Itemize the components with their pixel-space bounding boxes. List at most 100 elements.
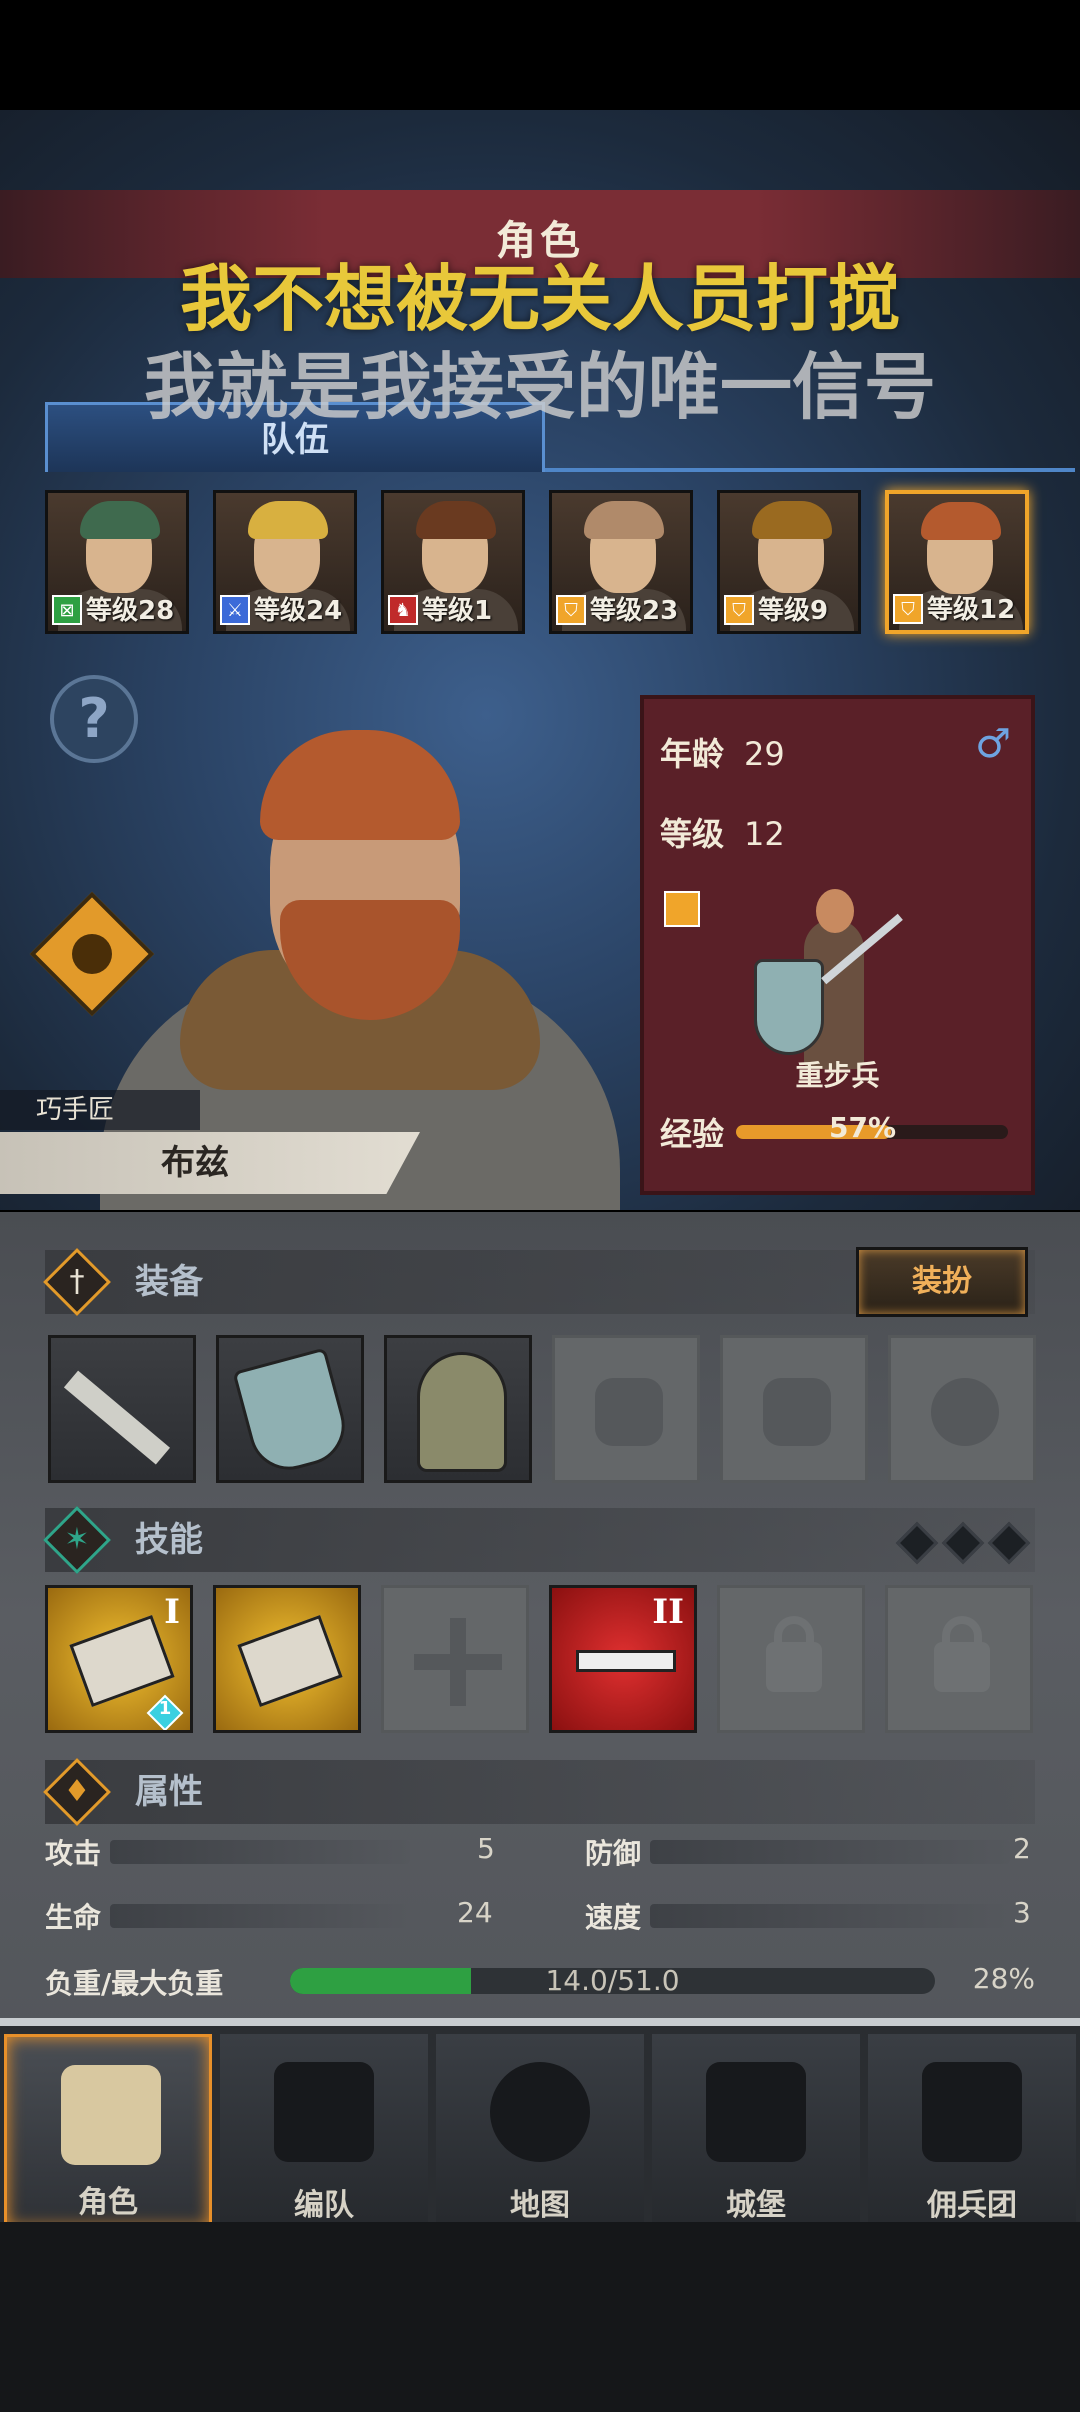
level-value: 12 — [744, 815, 785, 853]
skills-header: ✶ 技能 — [43, 1506, 1035, 1574]
stat-hp: 生命 24 — [45, 1896, 493, 1934]
class-badge-icon: ⛉ — [724, 595, 754, 625]
lock-icon — [766, 1642, 822, 1692]
hair — [248, 501, 328, 539]
exp-percent: 57% — [829, 1111, 897, 1144]
helmet-nav-icon — [274, 2062, 374, 2162]
load-bar: 14.0/51.0 — [290, 1968, 935, 1994]
roster-member-1[interactable]: ⊠ 等级28 — [45, 490, 189, 634]
ring-icon — [931, 1378, 999, 1446]
hair — [416, 501, 496, 539]
roster-member-5[interactable]: ⛉ 等级9 — [717, 490, 861, 634]
stat-defense: 防御 2 — [585, 1832, 1031, 1870]
skill-slot-5-locked[interactable] — [717, 1585, 865, 1733]
machete-icon — [63, 1370, 170, 1465]
nav-character[interactable]: 角色 — [4, 2034, 212, 2230]
skill-points — [895, 1521, 1031, 1565]
character-name-plate[interactable]: 布兹 — [0, 1132, 420, 1194]
load-row: 负重/最大负重 14.0/51.0 28% — [45, 1960, 1035, 2004]
shield-icon — [232, 1347, 354, 1479]
helmet-icon — [417, 1352, 507, 1472]
skill-point-pip — [987, 1521, 1031, 1565]
equip-slot-offhand[interactable] — [216, 1335, 364, 1483]
dumbbell-icon — [576, 1650, 676, 1672]
nav-castle[interactable]: 城堡 — [652, 2034, 860, 2230]
dress-button[interactable]: 装扮 — [856, 1247, 1028, 1317]
class-badge-icon: ⛉ — [893, 594, 923, 624]
equip-slot-body[interactable] — [552, 1335, 700, 1483]
skill-slot-6-locked[interactable] — [885, 1585, 1033, 1733]
unit-type: 重步兵 — [795, 1059, 880, 1092]
roster-level: 等级9 — [758, 596, 829, 626]
skill-badge-count: 1 — [158, 1698, 172, 1719]
age-value: 29 — [744, 735, 785, 773]
shield-class-icon — [664, 891, 700, 927]
overlay-caption-2: 我就是我接受的唯一信号 — [143, 345, 936, 429]
shield-bash-icon — [69, 1614, 175, 1708]
roster-member-2[interactable]: ⚔ 等级24 — [213, 490, 357, 634]
stat-defense-value: 2 — [1013, 1832, 1031, 1865]
star-icon: ✶ — [64, 1522, 90, 1557]
flame-icon: ♦ — [63, 1774, 91, 1809]
skill-slot-4[interactable]: II — [549, 1585, 697, 1733]
class-badge-icon: ⚔ — [220, 595, 250, 625]
skill-slot-1[interactable]: I 1 — [45, 1585, 193, 1733]
skill-rank: II — [652, 1592, 684, 1632]
roster-member-6-selected[interactable]: ⛉ 等级12 — [885, 490, 1029, 634]
skill-point-pip — [895, 1521, 939, 1565]
stat-attack-value: 5 — [477, 1832, 495, 1865]
exp-label: 经验 — [660, 1115, 725, 1153]
skill-point-pip — [941, 1521, 985, 1565]
roster-level: 等级24 — [254, 596, 343, 626]
roster-level: 等级23 — [590, 596, 679, 626]
roster-level: 等级12 — [927, 595, 1016, 625]
knight-icon — [61, 2065, 161, 2165]
roster-list: ⊠ 等级28 ⚔ 等级24 ♞ 等级1 ⛉ 等级23 ⛉ 等级9 ⛉ 等级12 — [45, 490, 1035, 640]
skill-rank: I — [164, 1592, 180, 1632]
nav-mercenary[interactable]: 佣兵团 — [868, 2034, 1076, 2230]
male-gender-icon: ♂ — [975, 721, 1011, 767]
hair — [80, 501, 160, 539]
gesture-area — [0, 2222, 1080, 2412]
class-badge-icon: ⊠ — [52, 595, 82, 625]
roster-member-4[interactable]: ⛉ 等级23 — [549, 490, 693, 634]
load-label: 负重/最大负重 — [45, 1967, 224, 2000]
stat-speed: 速度 3 — [585, 1896, 1031, 1934]
character-info-panel: 年龄 29 ♂ 等级 12 重步兵 经验 57% — [640, 695, 1035, 1195]
roster-level: 等级1 — [422, 596, 493, 626]
roster-member-3[interactable]: ♞ 等级1 — [381, 490, 525, 634]
bottom-nav: 角色 编队 地图 城堡 佣兵团 — [0, 2018, 1080, 2230]
attributes-header: ♦ 属性 — [43, 1758, 1035, 1826]
stat-attack: 攻击 5 — [45, 1832, 495, 1870]
nav-map[interactable]: 地图 — [436, 2034, 644, 2230]
class-badge-icon: ♞ — [388, 595, 418, 625]
hair — [584, 501, 664, 539]
level-row: 等级 12 — [660, 815, 785, 853]
stat-speed-value: 3 — [1013, 1896, 1031, 1929]
class-badge-icon: ⛉ — [556, 595, 586, 625]
equip-slot-weapon[interactable] — [48, 1335, 196, 1483]
load-value: 14.0/51.0 — [545, 1968, 680, 1994]
roster-level: 等级28 — [86, 596, 175, 626]
skill-slot-3[interactable] — [381, 1585, 529, 1733]
age-row: 年龄 29 — [660, 735, 785, 773]
trait-label: 巧手匠 — [0, 1090, 200, 1130]
castle-icon — [706, 2062, 806, 2162]
sword-icon: † — [69, 1264, 85, 1299]
skill-slot-2[interactable] — [213, 1585, 361, 1733]
stat-hp-value: 24 — [457, 1896, 493, 1929]
lock-icon — [934, 1642, 990, 1692]
compass-icon — [490, 2062, 590, 2162]
equip-slot-ring[interactable] — [888, 1335, 1036, 1483]
nav-formation[interactable]: 编队 — [220, 2034, 428, 2230]
chest-armor-icon — [595, 1378, 663, 1446]
gauntlet-icon — [237, 1614, 343, 1708]
load-percent: 28% — [972, 1962, 1035, 1995]
equip-slot-head[interactable] — [384, 1335, 532, 1483]
tab-divider — [545, 468, 1075, 472]
equip-slot-feet[interactable] — [720, 1335, 868, 1483]
banner-icon — [922, 2062, 1022, 2162]
boots-icon — [763, 1378, 831, 1446]
hair — [752, 501, 832, 539]
character-name: 布兹 — [161, 1143, 229, 1183]
